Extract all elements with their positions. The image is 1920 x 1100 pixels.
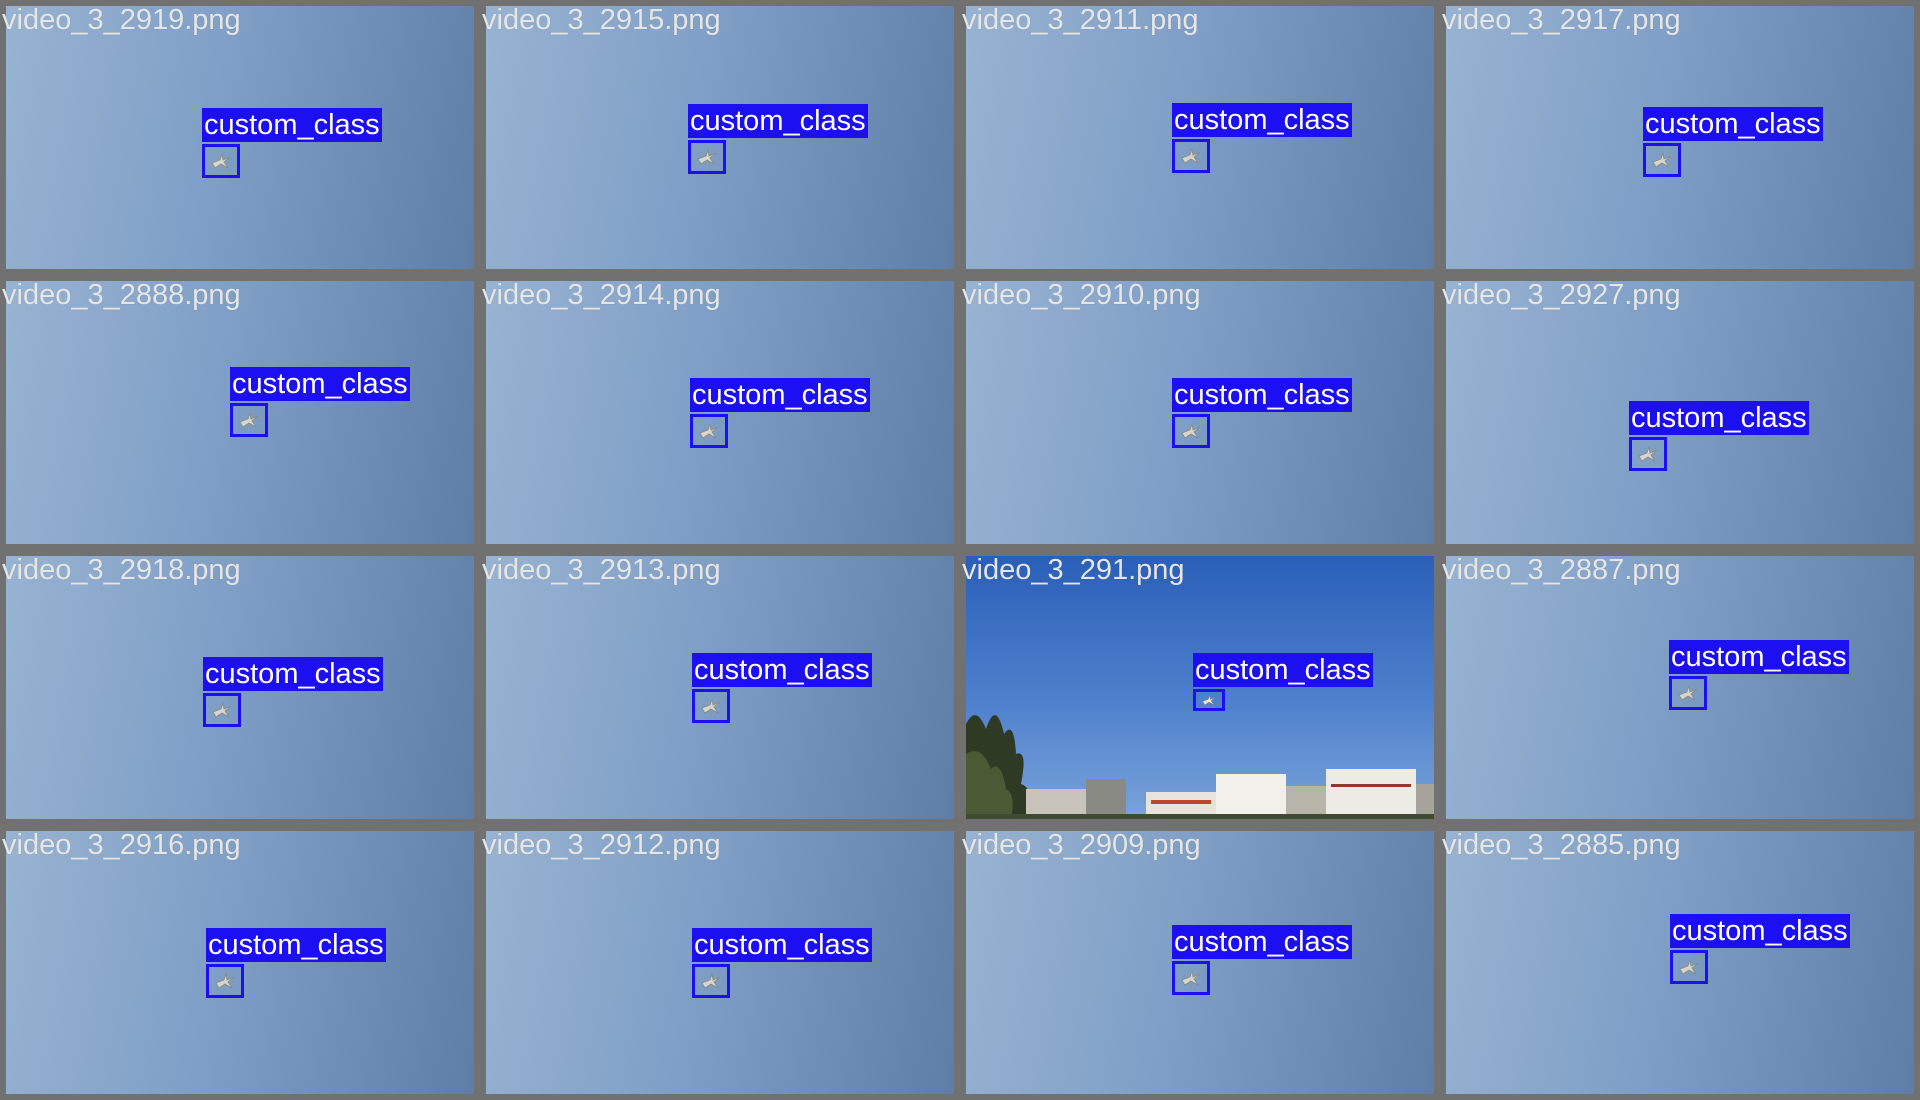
tile: video_3_2910.png custom_class xyxy=(960,275,1440,550)
image-grid: video_3_2919.png custom_class video_3_29… xyxy=(0,0,1920,1100)
tile-filename: video_3_2919.png xyxy=(2,4,241,36)
detection-label: custom_class xyxy=(230,367,410,401)
detection-label: custom_class xyxy=(690,378,870,412)
tile: video_3_291.png custom_class xyxy=(960,550,1440,825)
tile: video_3_2916.png custom_class xyxy=(0,825,480,1100)
sky-image xyxy=(486,556,954,819)
detection-box xyxy=(1172,414,1210,448)
detection-label: custom_class xyxy=(1670,914,1850,948)
sky-image xyxy=(966,6,1434,269)
tile: video_3_2885.png custom_class xyxy=(1440,825,1920,1100)
detection-box xyxy=(1193,689,1225,711)
tile-filename: video_3_2910.png xyxy=(962,279,1201,311)
detection-label: custom_class xyxy=(1643,107,1823,141)
detection-box xyxy=(690,414,728,448)
tile-filename: video_3_2887.png xyxy=(1442,554,1681,586)
drone-icon xyxy=(212,702,232,718)
detection-label: custom_class xyxy=(206,928,386,962)
detection-box xyxy=(692,964,730,998)
detection-box xyxy=(1172,961,1210,995)
drone-icon xyxy=(211,153,231,169)
drone-icon xyxy=(1679,959,1699,975)
detection-box xyxy=(206,964,244,998)
detection-label: custom_class xyxy=(202,108,382,142)
detection-box xyxy=(1669,676,1707,710)
tile-filename: video_3_2917.png xyxy=(1442,4,1681,36)
tile: video_3_2917.png custom_class xyxy=(1440,0,1920,275)
tile: video_3_2909.png custom_class xyxy=(960,825,1440,1100)
drone-icon xyxy=(1181,423,1201,439)
tile: video_3_2914.png custom_class xyxy=(480,275,960,550)
tile: video_3_2915.png custom_class xyxy=(480,0,960,275)
sky-image xyxy=(6,831,474,1094)
detection-box xyxy=(230,403,268,437)
drone-icon xyxy=(239,412,259,428)
sky-image xyxy=(486,281,954,544)
drone-icon xyxy=(1181,148,1201,164)
detection-box xyxy=(202,144,240,178)
detection-label: custom_class xyxy=(1193,653,1373,687)
tile: video_3_2887.png custom_class xyxy=(1440,550,1920,825)
detection-label: custom_class xyxy=(1172,378,1352,412)
drone-icon xyxy=(1202,695,1216,706)
detection-label: custom_class xyxy=(688,104,868,138)
detection-box xyxy=(1643,143,1681,177)
tile: video_3_2927.png custom_class xyxy=(1440,275,1920,550)
detection-label: custom_class xyxy=(692,653,872,687)
tile: video_3_2919.png custom_class xyxy=(0,0,480,275)
drone-icon xyxy=(699,423,719,439)
detection-label: custom_class xyxy=(1629,401,1809,435)
city-sky-image xyxy=(966,556,1434,819)
drone-icon xyxy=(701,973,721,989)
sky-image xyxy=(966,281,1434,544)
tile: video_3_2911.png custom_class xyxy=(960,0,1440,275)
tile-filename: video_3_2927.png xyxy=(1442,279,1681,311)
detection-box xyxy=(692,689,730,723)
tile-filename: video_3_2912.png xyxy=(482,829,721,861)
detection-box xyxy=(688,140,726,174)
detection-label: custom_class xyxy=(1172,925,1352,959)
buildings-illustration xyxy=(966,769,1434,819)
tile-filename: video_3_2888.png xyxy=(2,279,241,311)
tile-filename: video_3_2914.png xyxy=(482,279,721,311)
drone-icon xyxy=(1678,685,1698,701)
tile-filename: video_3_291.png xyxy=(962,554,1185,586)
tile: video_3_2918.png custom_class xyxy=(0,550,480,825)
tile: video_3_2912.png custom_class xyxy=(480,825,960,1100)
detection-box xyxy=(203,693,241,727)
drone-icon xyxy=(215,973,235,989)
drone-icon xyxy=(1638,446,1658,462)
detection-label: custom_class xyxy=(1172,103,1352,137)
sky-image xyxy=(486,831,954,1094)
detection-box xyxy=(1629,437,1667,471)
tile: video_3_2913.png custom_class xyxy=(480,550,960,825)
tile-filename: video_3_2918.png xyxy=(2,554,241,586)
drone-icon xyxy=(1181,970,1201,986)
tile-filename: video_3_2916.png xyxy=(2,829,241,861)
detection-label: custom_class xyxy=(203,657,383,691)
detection-label: custom_class xyxy=(692,928,872,962)
detection-label: custom_class xyxy=(1669,640,1849,674)
tile-filename: video_3_2915.png xyxy=(482,4,721,36)
detection-box xyxy=(1670,950,1708,984)
tile-filename: video_3_2909.png xyxy=(962,829,1201,861)
tile-filename: video_3_2913.png xyxy=(482,554,721,586)
tile-filename: video_3_2911.png xyxy=(962,4,1199,36)
tile-filename: video_3_2885.png xyxy=(1442,829,1681,861)
drone-icon xyxy=(1652,152,1672,168)
drone-icon xyxy=(697,149,717,165)
detection-box xyxy=(1172,139,1210,173)
tile: video_3_2888.png custom_class xyxy=(0,275,480,550)
drone-icon xyxy=(701,698,721,714)
